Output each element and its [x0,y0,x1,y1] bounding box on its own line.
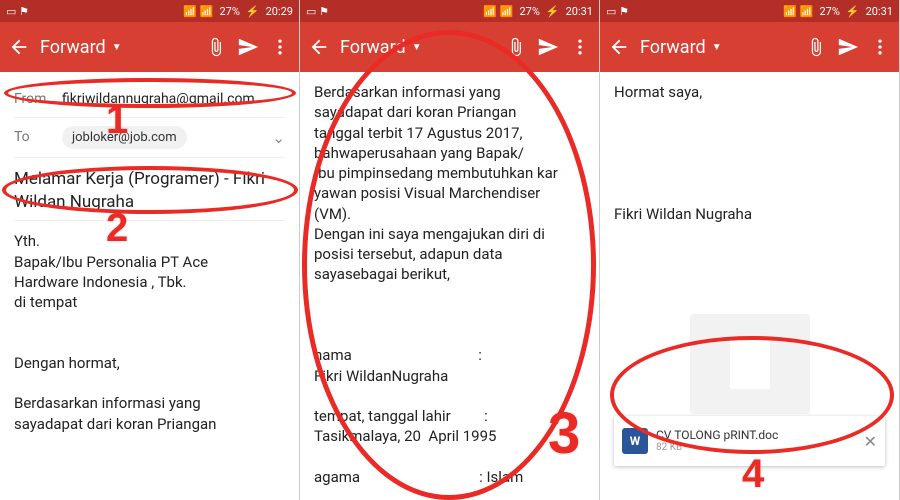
send-icon[interactable] [837,36,859,58]
to-label: To [14,128,62,147]
status-left-icons: ▭ ⚑ [606,5,629,18]
word-doc-icon: W [622,428,648,454]
subject-field[interactable]: Melamar Kerja (Programer) - Fikri Wildan… [14,158,285,221]
email-body[interactable]: Hormat saya, Fikri Wildan Nugraha [614,82,885,224]
battery-icon: ⚡ [246,5,260,18]
send-icon[interactable] [237,36,259,58]
appbar-title-text: Forward [640,37,706,58]
dropdown-triangle-icon: ▼ [112,42,122,53]
attach-icon[interactable] [805,36,827,58]
dropdown-triangle-icon: ▼ [712,42,722,53]
send-icon[interactable] [537,36,559,58]
status-right-icons: 📶 📶 [783,5,813,18]
email-body[interactable]: Yth. Bapak/Ibu Personalia PT Ace Hardwar… [14,231,285,434]
phone-2: ▭ ⚑ 📶 📶 27% ⚡ 20:31 Forward ▼ Berdasarka… [300,0,600,500]
status-bar: ▭ ⚑ 📶 📶 27% ⚡ 20:31 [300,0,599,22]
remove-attachment-icon[interactable]: ✕ [864,432,877,451]
appbar-title-text: Forward [340,37,406,58]
app-bar: Forward ▼ [600,22,899,72]
attach-icon[interactable] [505,36,527,58]
attachment-chip[interactable]: W CV TOLONG pRINT.doc 82 KB ✕ [614,416,885,466]
status-left-icons: ▭ ⚑ [306,5,329,18]
appbar-title[interactable]: Forward ▼ [640,37,795,58]
phone-3: ▭ ⚑ 📶 📶 27% ⚡ 20:31 Forward ▼ Hormat say… [600,0,900,500]
status-bar: ▭ ⚑ 📶 📶 27% ⚡ 20:31 [600,0,899,22]
to-row[interactable]: To jobloker@job.com ⌄ [14,118,285,159]
overflow-menu-icon[interactable] [569,36,591,58]
phone-1: ▭ ⚑ 📶 📶 27% ⚡ 20:29 Forward ▼ From fikri… [0,0,300,500]
status-bar: ▭ ⚑ 📶 📶 27% ⚡ 20:29 [0,0,299,22]
from-value: fikriwildannugraha@gmail.com [62,90,285,109]
back-icon[interactable] [608,36,630,58]
attachment-name: CV TOLONG pRINT.doc [656,429,856,442]
three-phone-screenshots: ▭ ⚑ 📶 📶 27% ⚡ 20:29 Forward ▼ From fikri… [0,0,900,500]
appbar-title[interactable]: Forward ▼ [340,37,495,58]
from-label: From [14,90,62,109]
clock: 20:29 [266,5,293,18]
back-icon[interactable] [308,36,330,58]
battery-text: 27% [819,5,839,18]
attach-icon[interactable] [205,36,227,58]
back-icon[interactable] [8,36,30,58]
overflow-menu-icon[interactable] [269,36,291,58]
status-right-icons: 📶 📶 [183,5,213,18]
compose-content: Berdasarkan informasi yang sayadapat dar… [300,72,599,500]
to-value: jobloker@job.com [62,126,272,150]
email-body[interactable]: Berdasarkan informasi yang sayadapat dar… [314,82,585,487]
battery-icon: ⚡ [546,5,560,18]
attachment-info: CV TOLONG pRINT.doc 82 KB [656,429,856,453]
dropdown-triangle-icon: ▼ [412,42,422,53]
compose-content: From fikriwildannugraha@gmail.com To job… [0,72,299,500]
appbar-title[interactable]: Forward ▼ [40,37,195,58]
from-row[interactable]: From fikriwildannugraha@gmail.com [14,82,285,118]
attachment-preview[interactable] [690,314,810,414]
battery-icon: ⚡ [846,5,860,18]
overflow-menu-icon[interactable] [869,36,891,58]
recipient-chip[interactable]: jobloker@job.com [62,126,187,150]
clock: 20:31 [566,5,593,18]
battery-text: 27% [519,5,539,18]
app-bar: Forward ▼ [0,22,299,72]
battery-text: 27% [219,5,239,18]
app-bar: Forward ▼ [300,22,599,72]
status-right-icons: 📶 📶 [483,5,513,18]
attachment-size: 82 KB [656,442,856,453]
chevron-down-icon[interactable]: ⌄ [272,128,285,148]
clock: 20:31 [866,5,893,18]
status-left-icons: ▭ ⚑ [6,5,29,18]
appbar-title-text: Forward [40,37,106,58]
